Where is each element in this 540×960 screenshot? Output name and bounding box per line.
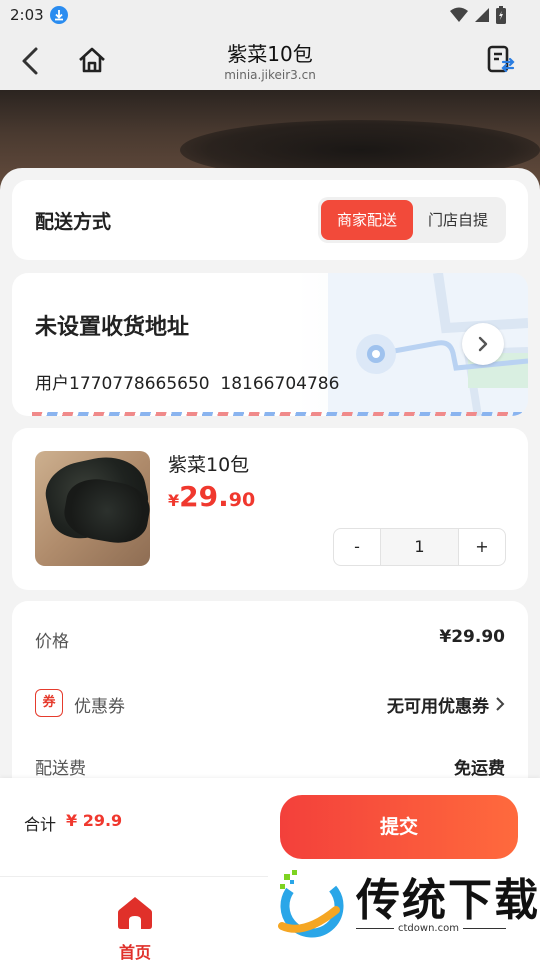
price-row: 价格 ¥29.90 (35, 623, 505, 653)
coupon-badge: 券 (35, 689, 63, 717)
price-value: ¥29.90 (439, 627, 505, 647)
tab-home[interactable]: 首页 (105, 887, 165, 960)
shipping-label: 配送费 (35, 759, 86, 779)
address-card[interactable]: 未设置收货地址 用户1770778665650 18166704786 (12, 273, 528, 416)
home-tab-icon (118, 897, 152, 929)
tab-home-label: 首页 (118, 943, 151, 960)
quantity-stepper: - 1 + (333, 528, 506, 566)
address-phone: 18166704786 (220, 374, 340, 394)
address-arrow-button[interactable] (462, 323, 504, 365)
watermark-site: ctdown.com (394, 923, 463, 934)
product-price: ¥29.90 (168, 480, 256, 513)
quantity-value[interactable]: 1 (380, 529, 459, 565)
address-title: 未设置收货地址 (35, 315, 190, 340)
total-value: ¥ 29.9 (66, 811, 123, 830)
envelope-stripe (32, 412, 522, 416)
delivery-toggle: 商家配送 门店自提 (318, 197, 506, 243)
signal-icon (475, 8, 489, 22)
page-title: 紫菜10包 (227, 42, 313, 66)
watermark: 传统下载 ctdown.com (268, 862, 540, 960)
watermark-brand: 传统下载 (356, 875, 540, 926)
battery-icon (496, 6, 506, 24)
delivery-label: 配送方式 (35, 211, 112, 233)
coupon-value: 无可用优惠券 (387, 697, 489, 717)
product-name: 紫菜10包 (168, 454, 250, 476)
coupon-row[interactable]: 券 优惠券 无可用优惠券 (35, 689, 505, 719)
shipping-value: 免运费 (454, 759, 505, 779)
coupon-label: 优惠券 (74, 697, 125, 717)
status-time: 2:03 (10, 6, 44, 24)
wifi-icon (450, 7, 468, 22)
share-icon[interactable] (486, 44, 516, 76)
download-icon (50, 6, 68, 24)
submit-button[interactable]: 提交 (280, 795, 518, 859)
quantity-minus-button[interactable]: - (334, 529, 380, 565)
page-url: minia.jikeir3.cn (224, 68, 316, 82)
product-card: 紫菜10包 ¥29.90 - 1 + (12, 428, 528, 590)
status-bar: 2:03 (0, 0, 540, 30)
price-label: 价格 (35, 632, 69, 652)
shipping-row: 配送费 免运费 (35, 750, 505, 780)
address-user: 用户1770778665650 (35, 374, 210, 394)
chevron-right-icon (496, 697, 505, 711)
chevron-right-icon (478, 336, 488, 352)
delivery-option-pickup[interactable]: 门店自提 (413, 200, 503, 240)
address-contact: 用户1770778665650 18166704786 (35, 369, 339, 394)
quantity-plus-button[interactable]: + (459, 529, 505, 565)
order-summary-card: 价格 ¥29.90 券 优惠券 无可用优惠券 配送费 免运费 (12, 601, 528, 801)
watermark-logo (278, 870, 344, 938)
delivery-option-merchant[interactable]: 商家配送 (321, 200, 413, 240)
total-label: 合计 (24, 815, 57, 834)
top-nav-bar: 紫菜10包 minia.jikeir3.cn (0, 30, 540, 90)
product-thumbnail (35, 451, 150, 566)
delivery-method-card: 配送方式 商家配送 门店自提 (12, 180, 528, 260)
